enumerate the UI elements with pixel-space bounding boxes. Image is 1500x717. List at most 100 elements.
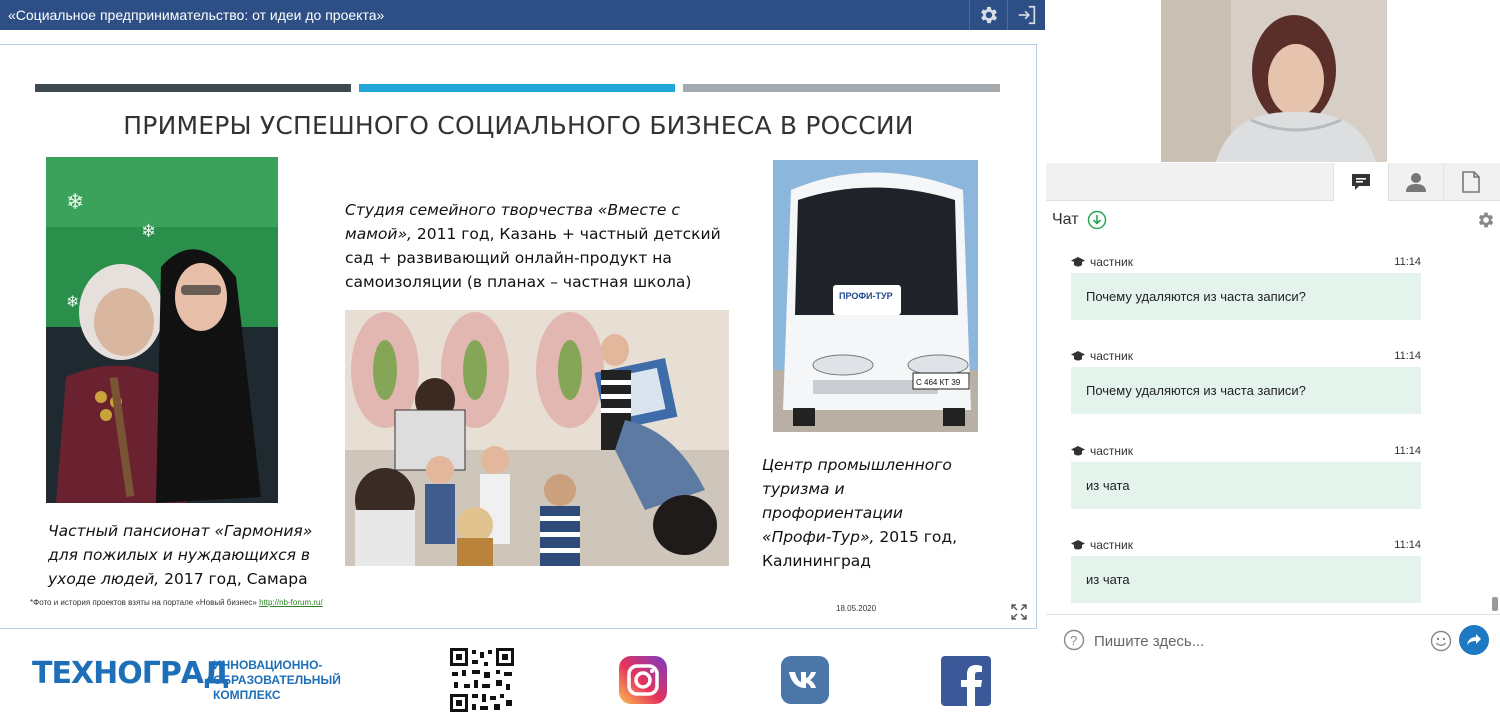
expand-icon: [1011, 604, 1027, 620]
message-text: Почему удаляются из часта записи?: [1071, 367, 1421, 414]
slide-decor-bars: [35, 84, 1000, 92]
message-author: частник: [1090, 538, 1134, 552]
message-text: Почему удаляются из часта записи?: [1071, 273, 1421, 320]
caption-profitour-line4: 2015 год,: [874, 528, 958, 546]
message-author: частник: [1090, 444, 1134, 458]
exit-button[interactable]: [1007, 0, 1045, 30]
caption-profitour-line4-italic: «Профи-Тур»,: [762, 528, 875, 546]
decor-bar-grey: [683, 84, 1000, 92]
message-text: из чата: [1071, 556, 1421, 603]
app-window: «Социальное предпринимательство: от идеи…: [0, 0, 1500, 717]
message-time: 11:14: [1394, 256, 1421, 268]
facebook-icon: [941, 656, 991, 706]
caption-pension-line2: для пожилых и нуждающихся в: [48, 546, 311, 564]
graduation-cap-icon: [1071, 446, 1085, 456]
footnote-text: *Фото и история проектов взяты на портал…: [30, 598, 260, 607]
caption-studio: Студия семейного творчества «Вместе с ма…: [345, 198, 725, 294]
caption-profitour-line3: профориентации: [762, 504, 903, 522]
caption-pension-line3: 2017 год, Самара: [159, 570, 308, 588]
message-author: частник: [1090, 349, 1134, 363]
message-time: 11:14: [1394, 350, 1421, 362]
decor-bar-dark: [35, 84, 351, 92]
message-text: из чата: [1071, 462, 1421, 509]
svg-text:?: ?: [1070, 633, 1077, 648]
message-time: 11:14: [1394, 539, 1421, 551]
webinar-title: «Социальное предпринимательство: от идеи…: [8, 7, 385, 23]
gear-icon: [1478, 212, 1494, 228]
chat-scrollbar[interactable]: [1492, 597, 1498, 611]
download-chat-button[interactable]: [1087, 210, 1107, 230]
presentation-header: «Социальное предпринимательство: от идеи…: [0, 0, 1045, 30]
document-icon: [1462, 171, 1480, 193]
side-panel: Чат частник 11:14 Почему удаляются из час…: [1046, 0, 1500, 717]
technograd-logo: ТЕХНОГРАД: [32, 656, 230, 691]
fullscreen-button[interactable]: [1011, 604, 1031, 624]
gear-icon: [980, 6, 997, 24]
brand-desc-line2: ОБРАЗОВАТЕЛЬНЫЙ: [213, 673, 341, 687]
chat-message-input[interactable]: [1094, 627, 1424, 655]
qr-code: [450, 648, 514, 712]
svg-text:❄: ❄: [141, 221, 156, 242]
slide-date: 18.05.2020: [836, 604, 877, 613]
exit-icon: [1018, 5, 1035, 25]
download-icon: [1087, 210, 1106, 230]
vk-icon: [781, 656, 829, 704]
facebook-link[interactable]: [940, 655, 992, 707]
caption-studio-line4: самоизоляции (в планах – частная школа): [345, 273, 692, 291]
caption-studio-line2: 2011 год, Казань + частный детский: [411, 225, 721, 243]
caption-pension-line1: Частный пансионат «Гармония»: [48, 522, 313, 540]
slide-title: ПРИМЕРЫ УСПЕШНОГО СОЦИАЛЬНОГО БИЗНЕСА В …: [123, 111, 914, 140]
caption-studio-line3: сад + развивающий онлайн-продукт на: [345, 249, 672, 267]
help-button[interactable]: ?: [1063, 629, 1085, 656]
slide-footnote: *Фото и история проектов взяты на портал…: [30, 598, 323, 607]
photo-bus: ПРОФИ-ТУР С 464 КТ 39: [773, 160, 978, 432]
chat-message: частник 11:14 Почему удаляются из часта з…: [1071, 349, 1421, 414]
bus-sign-text: ПРОФИ-ТУР: [839, 291, 893, 301]
caption-profitour: Центр промышленного туризма и профориент…: [762, 453, 1022, 573]
caption-profitour-line1: Центр промышленного: [762, 456, 952, 474]
tab-files[interactable]: [1443, 163, 1498, 201]
settings-button[interactable]: [969, 0, 1007, 30]
caption-profitour-line5: Калининград: [762, 552, 872, 570]
message-author: частник: [1090, 255, 1134, 269]
user-icon: [1406, 173, 1426, 192]
chat-message: частник 11:14 из чата: [1071, 538, 1421, 603]
graduation-cap-icon: [1071, 351, 1085, 361]
instagram-link[interactable]: [618, 655, 668, 705]
brand-desc-line3: КОМПЛЕКС: [213, 688, 281, 702]
tab-chat[interactable]: [1333, 163, 1388, 201]
vk-link[interactable]: [780, 655, 830, 705]
webcam-video: [1161, 0, 1387, 162]
caption-studio-line1: Студия семейного творчества «Вместе с: [345, 201, 680, 219]
footer-banner: ТЕХНОГРАД ИННОВАЦИОННО- ОБРАЗОВАТЕЛЬНЫЙ …: [0, 630, 1045, 717]
presentation-slide: ПРИМЕРЫ УСПЕШНОГО СОЦИАЛЬНОГО БИЗНЕСА В …: [0, 44, 1037, 629]
caption-pension-line3-italic: уходе людей,: [48, 570, 160, 588]
message-time: 11:14: [1394, 445, 1421, 457]
footnote-link[interactable]: http://nb-forum.ru/: [259, 598, 323, 607]
chat-bubble-icon: [1352, 174, 1370, 190]
question-icon: ?: [1063, 629, 1085, 651]
graduation-cap-icon: [1071, 257, 1085, 267]
bus-plate-text: С 464 КТ 39: [916, 378, 961, 387]
emoji-button[interactable]: [1430, 630, 1452, 657]
caption-profitour-line2: туризма и: [762, 480, 845, 498]
brand-desc-line1: ИННОВАЦИОННО-: [213, 658, 323, 672]
chat-message: частник 11:14 Почему удаляются из часта з…: [1071, 255, 1421, 320]
chat-settings-button[interactable]: [1476, 210, 1496, 235]
caption-studio-line2-italic: мамой»,: [345, 225, 412, 243]
chat-title: Чат: [1052, 211, 1079, 228]
photo-studio: [345, 310, 729, 566]
tab-participants[interactable]: [1388, 163, 1443, 201]
graduation-cap-icon: [1071, 540, 1085, 550]
panel-tabs: [1046, 163, 1500, 201]
chat-message: частник 11:14 из чата: [1071, 444, 1421, 509]
technograd-description: ИННОВАЦИОННО- ОБРАЗОВАТЕЛЬНЫЙ КОМПЛЕКС: [213, 658, 341, 703]
decor-bar-blue: [359, 84, 675, 92]
photo-pension: ❄ ❄ ❄: [46, 157, 278, 503]
caption-pension: Частный пансионат «Гармония» для пожилых…: [48, 519, 348, 591]
smiley-icon: [1430, 630, 1452, 652]
send-button[interactable]: [1459, 625, 1489, 655]
instagram-icon: [619, 656, 667, 704]
svg-text:❄: ❄: [66, 292, 79, 311]
chat-input-row: ?: [1046, 614, 1500, 666]
